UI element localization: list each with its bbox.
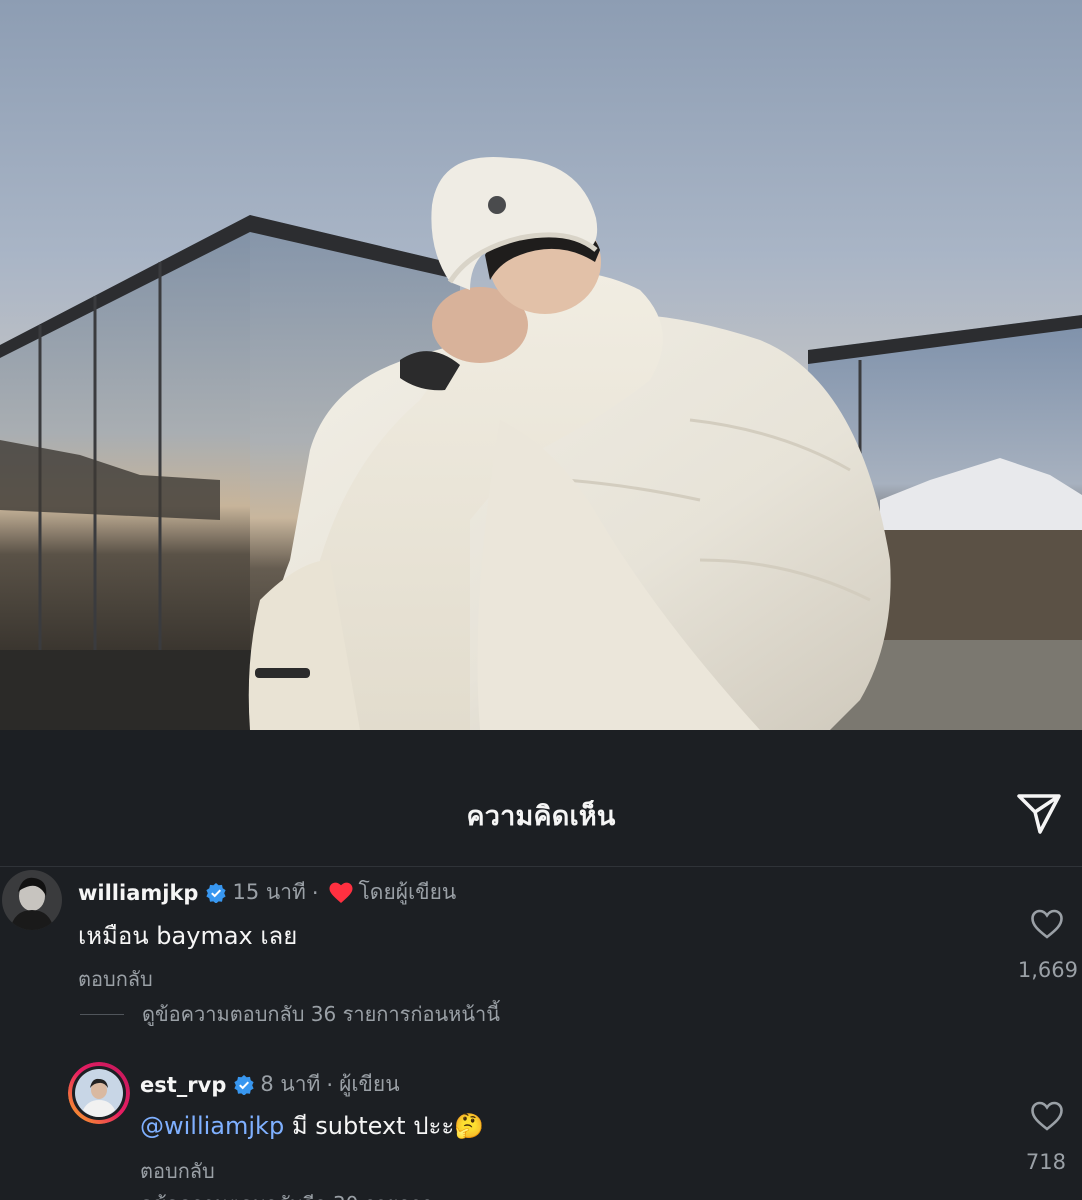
meta-separator: · (326, 1072, 334, 1097)
comment-time: 15 นาที (232, 880, 306, 904)
comment-text: @williamjkp มี subtext ปะะ🤔 (140, 1106, 484, 1145)
author-liked-heart-icon (329, 882, 353, 903)
share-icon[interactable] (1014, 790, 1064, 836)
view-replies-button[interactable]: ดูข้อความตอบกลับ 36 รายการก่อนหน้านี้ (80, 998, 500, 1030)
view-more-replies-button[interactable]: ดูข้อความตอบกลับอีก 30 รายการ (140, 1188, 433, 1200)
post-photo[interactable] (0, 0, 1082, 730)
reply-button[interactable]: ตอบกลับ (78, 963, 153, 995)
avatar-with-story-ring[interactable] (68, 1062, 130, 1124)
like-heart-icon[interactable] (1030, 1100, 1064, 1132)
comment-username[interactable]: williamjkp (78, 881, 198, 905)
meta-separator: · (311, 880, 319, 905)
comment-text-body: มี subtext ปะะ🤔 (284, 1112, 485, 1140)
view-replies-label: ดูข้อความตอบกลับ 36 รายการก่อนหน้านี้ (142, 1002, 500, 1026)
view-more-replies-label: ดูข้อความตอบกลับอีก 30 รายการ (140, 1188, 433, 1200)
author-liked-label: โดยผู้เขียน (358, 880, 457, 904)
comment-text: เหมือน baymax เลย (78, 922, 298, 950)
comments-sheet: ความคิดเห็น williamjkp 15 นาที · โดยผู้เ… (0, 730, 1082, 1200)
verified-badge-icon (234, 1074, 254, 1095)
like-count: 718 (1025, 1150, 1066, 1174)
author-tag: ผู้เขียน (339, 1072, 400, 1096)
verified-badge-icon (206, 882, 227, 903)
sheet-title: ความคิดเห็น (466, 801, 616, 832)
mention-link[interactable]: @williamjkp (140, 1112, 284, 1140)
comment-item: williamjkp 15 นาที · โดยผู้เขียน เหมือน … (0, 868, 1082, 1048)
avatar[interactable] (2, 870, 62, 930)
reply-button[interactable]: ตอบกลับ (140, 1155, 215, 1187)
like-count: 1,669 (1017, 958, 1078, 982)
like-heart-icon[interactable] (1030, 908, 1064, 940)
replies-line (80, 1013, 124, 1015)
comment-time: 8 นาที (260, 1072, 321, 1096)
comment-username[interactable]: est_rvp (140, 1073, 226, 1097)
sheet-divider (0, 866, 1082, 867)
comment-meta: williamjkp 15 นาที · โดยผู้เขียน (78, 876, 456, 909)
reply-comment-item: est_rvp 8 นาที · ผู้เขียน @williamjkp มี… (0, 1060, 1082, 1200)
comment-meta: est_rvp 8 นาที · ผู้เขียน (140, 1068, 400, 1101)
